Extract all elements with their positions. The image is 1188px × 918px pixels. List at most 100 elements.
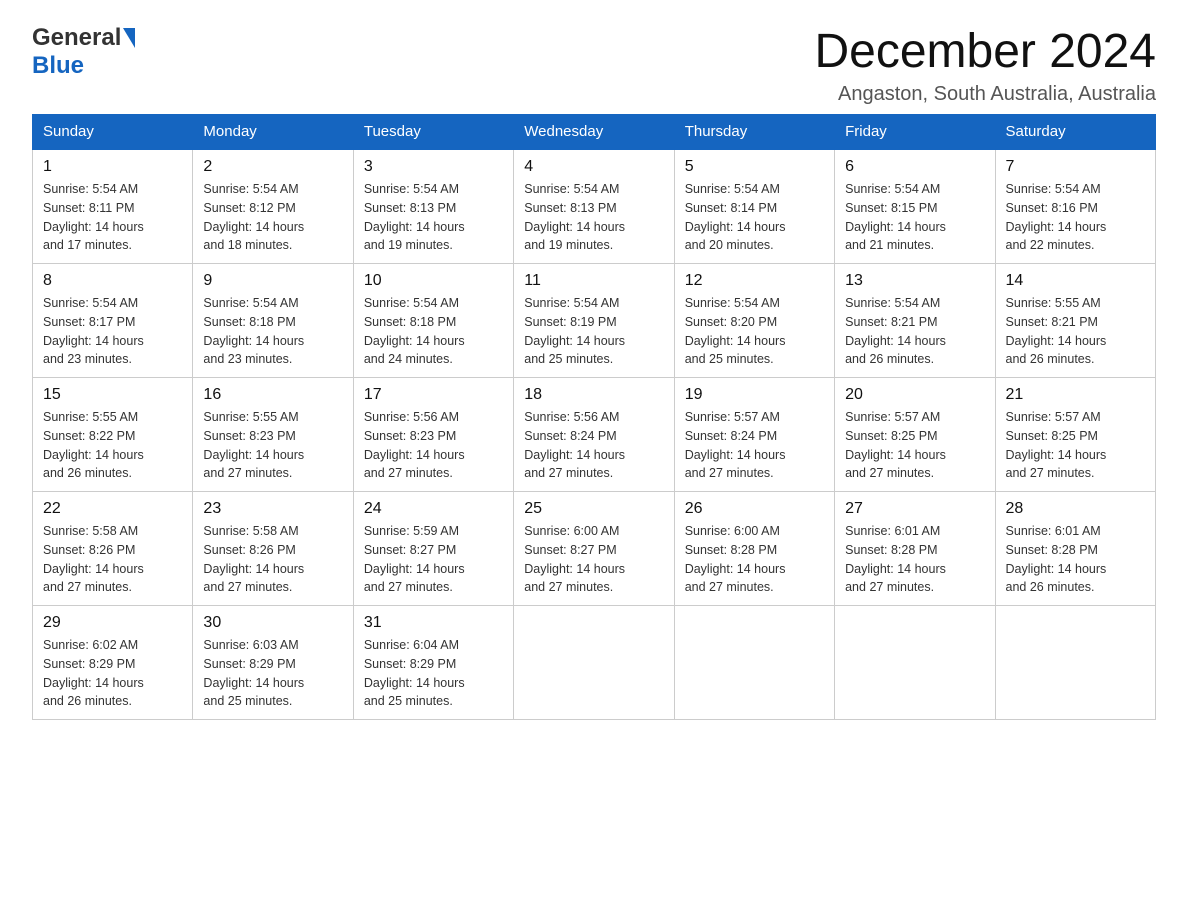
table-row [674, 606, 834, 720]
day-number: 5 [685, 158, 824, 176]
day-info: Sunrise: 6:00 AM Sunset: 8:28 PM Dayligh… [685, 522, 824, 597]
day-info: Sunrise: 5:54 AM Sunset: 8:19 PM Dayligh… [524, 294, 663, 369]
day-info: Sunrise: 5:54 AM Sunset: 8:15 PM Dayligh… [845, 180, 984, 255]
header-friday: Friday [835, 115, 995, 150]
table-row: 9 Sunrise: 5:54 AM Sunset: 8:18 PM Dayli… [193, 264, 353, 378]
logo-general-text: General [32, 24, 121, 52]
day-info: Sunrise: 5:54 AM Sunset: 8:14 PM Dayligh… [685, 180, 824, 255]
day-number: 16 [203, 386, 342, 404]
calendar-week-row: 8 Sunrise: 5:54 AM Sunset: 8:17 PM Dayli… [33, 264, 1156, 378]
table-row: 12 Sunrise: 5:54 AM Sunset: 8:20 PM Dayl… [674, 264, 834, 378]
header-wednesday: Wednesday [514, 115, 674, 150]
day-number: 9 [203, 272, 342, 290]
day-number: 6 [845, 158, 984, 176]
calendar-title: December 2024 [814, 24, 1156, 79]
table-row: 15 Sunrise: 5:55 AM Sunset: 8:22 PM Dayl… [33, 378, 193, 492]
table-row: 30 Sunrise: 6:03 AM Sunset: 8:29 PM Dayl… [193, 606, 353, 720]
day-info: Sunrise: 5:56 AM Sunset: 8:23 PM Dayligh… [364, 408, 503, 483]
table-row: 7 Sunrise: 5:54 AM Sunset: 8:16 PM Dayli… [995, 149, 1155, 264]
day-number: 3 [364, 158, 503, 176]
day-info: Sunrise: 5:55 AM Sunset: 8:23 PM Dayligh… [203, 408, 342, 483]
table-row: 31 Sunrise: 6:04 AM Sunset: 8:29 PM Dayl… [353, 606, 513, 720]
table-row: 3 Sunrise: 5:54 AM Sunset: 8:13 PM Dayli… [353, 149, 513, 264]
day-info: Sunrise: 5:54 AM Sunset: 8:13 PM Dayligh… [364, 180, 503, 255]
table-row: 2 Sunrise: 5:54 AM Sunset: 8:12 PM Dayli… [193, 149, 353, 264]
day-number: 29 [43, 614, 182, 632]
day-number: 30 [203, 614, 342, 632]
day-number: 15 [43, 386, 182, 404]
table-row: 16 Sunrise: 5:55 AM Sunset: 8:23 PM Dayl… [193, 378, 353, 492]
table-row [835, 606, 995, 720]
table-row [514, 606, 674, 720]
logo: General Blue [32, 24, 135, 80]
day-info: Sunrise: 5:59 AM Sunset: 8:27 PM Dayligh… [364, 522, 503, 597]
page-header: General Blue December 2024 Angaston, Sou… [32, 24, 1156, 106]
table-row: 26 Sunrise: 6:00 AM Sunset: 8:28 PM Dayl… [674, 492, 834, 606]
table-row: 4 Sunrise: 5:54 AM Sunset: 8:13 PM Dayli… [514, 149, 674, 264]
day-info: Sunrise: 6:03 AM Sunset: 8:29 PM Dayligh… [203, 636, 342, 711]
day-info: Sunrise: 5:54 AM Sunset: 8:20 PM Dayligh… [685, 294, 824, 369]
day-info: Sunrise: 5:54 AM Sunset: 8:11 PM Dayligh… [43, 180, 182, 255]
table-row: 27 Sunrise: 6:01 AM Sunset: 8:28 PM Dayl… [835, 492, 995, 606]
day-number: 8 [43, 272, 182, 290]
calendar-body: 1 Sunrise: 5:54 AM Sunset: 8:11 PM Dayli… [33, 149, 1156, 720]
table-row: 28 Sunrise: 6:01 AM Sunset: 8:28 PM Dayl… [995, 492, 1155, 606]
day-info: Sunrise: 5:57 AM Sunset: 8:25 PM Dayligh… [1006, 408, 1145, 483]
day-number: 12 [685, 272, 824, 290]
day-number: 7 [1006, 158, 1145, 176]
day-number: 18 [524, 386, 663, 404]
day-info: Sunrise: 6:00 AM Sunset: 8:27 PM Dayligh… [524, 522, 663, 597]
table-row: 1 Sunrise: 5:54 AM Sunset: 8:11 PM Dayli… [33, 149, 193, 264]
calendar-subtitle: Angaston, South Australia, Australia [814, 83, 1156, 106]
table-row: 18 Sunrise: 5:56 AM Sunset: 8:24 PM Dayl… [514, 378, 674, 492]
day-info: Sunrise: 5:55 AM Sunset: 8:21 PM Dayligh… [1006, 294, 1145, 369]
table-row: 10 Sunrise: 5:54 AM Sunset: 8:18 PM Dayl… [353, 264, 513, 378]
calendar-table: Sunday Monday Tuesday Wednesday Thursday… [32, 114, 1156, 720]
day-number: 24 [364, 500, 503, 518]
day-number: 23 [203, 500, 342, 518]
day-info: Sunrise: 5:54 AM Sunset: 8:18 PM Dayligh… [203, 294, 342, 369]
day-info: Sunrise: 5:54 AM Sunset: 8:16 PM Dayligh… [1006, 180, 1145, 255]
day-info: Sunrise: 5:54 AM Sunset: 8:17 PM Dayligh… [43, 294, 182, 369]
table-row: 21 Sunrise: 5:57 AM Sunset: 8:25 PM Dayl… [995, 378, 1155, 492]
weekday-header-row: Sunday Monday Tuesday Wednesday Thursday… [33, 115, 1156, 150]
calendar-week-row: 1 Sunrise: 5:54 AM Sunset: 8:11 PM Dayli… [33, 149, 1156, 264]
header-sunday: Sunday [33, 115, 193, 150]
day-number: 13 [845, 272, 984, 290]
table-row: 14 Sunrise: 5:55 AM Sunset: 8:21 PM Dayl… [995, 264, 1155, 378]
day-info: Sunrise: 5:57 AM Sunset: 8:25 PM Dayligh… [845, 408, 984, 483]
day-info: Sunrise: 5:56 AM Sunset: 8:24 PM Dayligh… [524, 408, 663, 483]
calendar-week-row: 15 Sunrise: 5:55 AM Sunset: 8:22 PM Dayl… [33, 378, 1156, 492]
day-number: 26 [685, 500, 824, 518]
day-number: 22 [43, 500, 182, 518]
day-number: 19 [685, 386, 824, 404]
table-row: 24 Sunrise: 5:59 AM Sunset: 8:27 PM Dayl… [353, 492, 513, 606]
day-info: Sunrise: 6:04 AM Sunset: 8:29 PM Dayligh… [364, 636, 503, 711]
day-number: 28 [1006, 500, 1145, 518]
day-info: Sunrise: 5:54 AM Sunset: 8:18 PM Dayligh… [364, 294, 503, 369]
table-row: 19 Sunrise: 5:57 AM Sunset: 8:24 PM Dayl… [674, 378, 834, 492]
day-info: Sunrise: 6:02 AM Sunset: 8:29 PM Dayligh… [43, 636, 182, 711]
calendar-week-row: 22 Sunrise: 5:58 AM Sunset: 8:26 PM Dayl… [33, 492, 1156, 606]
table-row: 17 Sunrise: 5:56 AM Sunset: 8:23 PM Dayl… [353, 378, 513, 492]
table-row [995, 606, 1155, 720]
logo-blue-text: Blue [32, 52, 84, 80]
table-row: 11 Sunrise: 5:54 AM Sunset: 8:19 PM Dayl… [514, 264, 674, 378]
title-block: December 2024 Angaston, South Australia,… [814, 24, 1156, 106]
day-number: 31 [364, 614, 503, 632]
table-row: 5 Sunrise: 5:54 AM Sunset: 8:14 PM Dayli… [674, 149, 834, 264]
day-number: 11 [524, 272, 663, 290]
table-row: 22 Sunrise: 5:58 AM Sunset: 8:26 PM Dayl… [33, 492, 193, 606]
day-info: Sunrise: 5:58 AM Sunset: 8:26 PM Dayligh… [43, 522, 182, 597]
table-row: 25 Sunrise: 6:00 AM Sunset: 8:27 PM Dayl… [514, 492, 674, 606]
day-number: 20 [845, 386, 984, 404]
day-info: Sunrise: 5:54 AM Sunset: 8:13 PM Dayligh… [524, 180, 663, 255]
table-row: 6 Sunrise: 5:54 AM Sunset: 8:15 PM Dayli… [835, 149, 995, 264]
header-tuesday: Tuesday [353, 115, 513, 150]
day-number: 21 [1006, 386, 1145, 404]
day-info: Sunrise: 5:54 AM Sunset: 8:12 PM Dayligh… [203, 180, 342, 255]
logo-triangle-icon [123, 28, 135, 48]
day-info: Sunrise: 5:58 AM Sunset: 8:26 PM Dayligh… [203, 522, 342, 597]
day-number: 4 [524, 158, 663, 176]
day-number: 14 [1006, 272, 1145, 290]
